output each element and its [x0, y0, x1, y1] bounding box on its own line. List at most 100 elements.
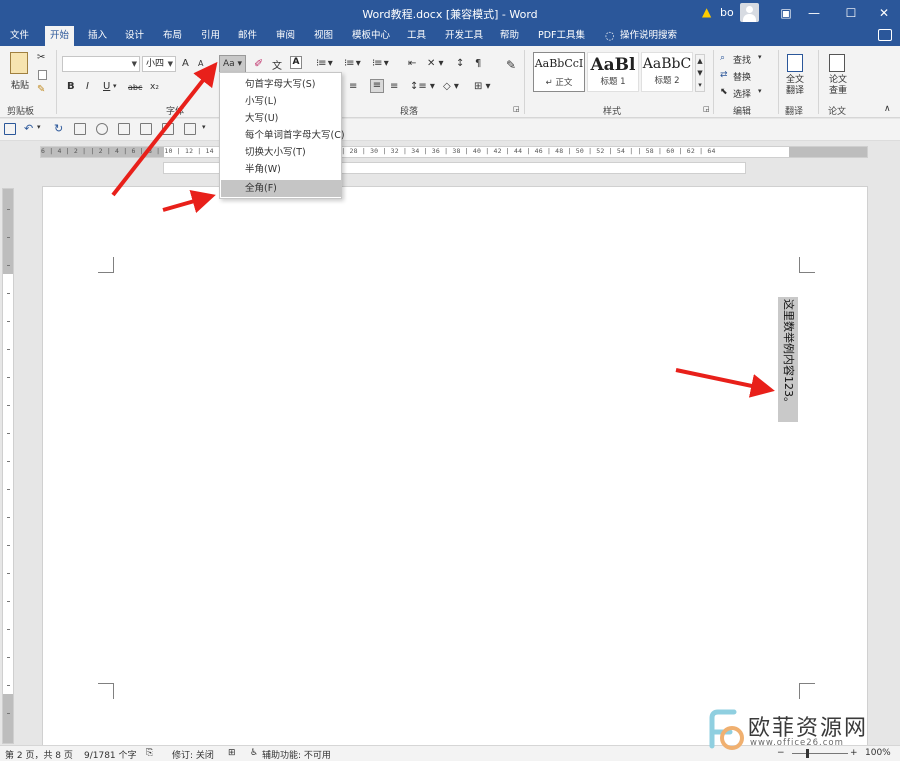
tab-references[interactable]: 引用 [196, 26, 225, 46]
comment-icon[interactable] [878, 29, 892, 41]
font-name-combo[interactable]: ▼ [62, 56, 140, 72]
cut-icon[interactable]: ✂ [37, 52, 45, 63]
tab-pdf-tools[interactable]: PDF工具集 [533, 26, 590, 46]
distributed-icon[interactable]: ≡ [390, 81, 398, 92]
track-changes-status[interactable]: 修订: 关闭 [172, 748, 214, 761]
menu-item-toggle-case[interactable]: 切换大小写(T) [221, 144, 341, 161]
select-dropdown[interactable]: ▾ [758, 87, 762, 95]
sort-icon[interactable]: ↕ [456, 58, 464, 69]
accessibility-status[interactable]: 辅助功能: 不可用 [262, 748, 331, 761]
bold-button[interactable]: B [67, 81, 75, 92]
menu-item-half-width[interactable]: 半角(W) [221, 161, 341, 178]
style-heading-2[interactable]: AaBbC 标题 2 [641, 52, 693, 92]
full-text-translate-button[interactable]: 全文 翻译 [783, 75, 807, 97]
tab-insert[interactable]: 插入 [83, 26, 112, 46]
grow-font-button[interactable]: A [182, 58, 189, 69]
find-button[interactable]: 查找 [733, 53, 751, 66]
copy-icon[interactable] [38, 70, 47, 80]
multilevel-list-icon[interactable]: ⁝≡ ▾ [372, 58, 389, 69]
line-spacing-icon[interactable]: ↕≡ ▾ [410, 81, 435, 92]
document-page[interactable] [42, 186, 868, 746]
align-right-icon[interactable]: ≡ [349, 81, 357, 92]
tab-design[interactable]: 设计 [120, 26, 149, 46]
redo-icon[interactable]: ↻ [54, 122, 63, 135]
tab-file[interactable]: 文件 [5, 26, 34, 46]
style-heading-1[interactable]: AaBl 标题 1 [587, 52, 639, 92]
customize-qat-dropdown[interactable]: ▾ [202, 123, 206, 131]
style-normal[interactable]: AaBbCcI ↵ 正文 [533, 52, 585, 92]
save-icon[interactable] [4, 123, 16, 135]
warning-icon[interactable]: ▲ [702, 5, 716, 19]
translate-icon[interactable] [787, 54, 803, 72]
character-border-icon[interactable]: A [290, 56, 302, 69]
shrink-font-button[interactable]: A [198, 59, 203, 68]
proofing-icon[interactable]: ⎘ [146, 748, 153, 758]
paragraph-dialog-launcher[interactable]: ◲ [513, 105, 520, 113]
minimize-button[interactable]: — [796, 0, 832, 26]
subscript-button[interactable]: x₂ [150, 82, 159, 92]
selected-vertical-text[interactable]: 这里数举例内容123。 [778, 297, 798, 422]
justify-icon[interactable]: ≡ [370, 79, 384, 93]
collapse-ribbon-icon[interactable]: ∧ [884, 104, 891, 114]
menu-item-full-width[interactable]: 全角(F) [221, 180, 341, 197]
chinese-layout-icon[interactable]: ✕ ▾ [427, 58, 444, 69]
styles-gallery-scroll[interactable]: ▲ ▼ ▾ [695, 54, 705, 92]
italic-button[interactable]: I [86, 81, 89, 92]
image-icon[interactable] [140, 123, 152, 135]
word-count[interactable]: 9/1781 个字 [84, 748, 137, 761]
decrease-indent-icon[interactable]: ⇤ [408, 58, 416, 69]
tab-help[interactable]: 帮助 [495, 26, 524, 46]
menu-item-capitalize-each-word[interactable]: 每个单词首字母大写(C) [221, 127, 345, 144]
underline-button[interactable]: U [103, 81, 110, 92]
print-preview-icon[interactable] [118, 123, 130, 135]
menu-item-sentence-case[interactable]: 句首字母大写(S) [221, 76, 341, 93]
menu-item-lowercase[interactable]: 小写(L) [221, 93, 341, 110]
divider [56, 50, 57, 114]
tab-view[interactable]: 视图 [309, 26, 338, 46]
tell-me-search[interactable]: 操作说明搜索 [615, 26, 682, 46]
select-button[interactable]: 选择 [733, 87, 751, 100]
style-pen-icon[interactable]: ✎ [506, 58, 516, 72]
find-dropdown[interactable]: ▾ [758, 53, 762, 61]
tab-tools[interactable]: 工具 [402, 26, 431, 46]
menu-item-uppercase[interactable]: 大写(U) [221, 110, 341, 127]
user-name[interactable]: bo [720, 6, 734, 19]
horizontal-ruler[interactable]: 6 | 4 | 2 | | 2 | 4 | 6 | 8 | 10 | 12 | … [40, 146, 868, 158]
web-icon[interactable] [96, 123, 108, 135]
clear-formatting-icon[interactable]: ✐ [254, 57, 263, 70]
vertical-ruler[interactable] [2, 188, 14, 744]
strikethrough-button[interactable]: abc [128, 83, 142, 92]
shading-icon[interactable]: ◇ ▾ [443, 81, 459, 92]
close-button[interactable]: ✕ [866, 0, 900, 26]
table-icon[interactable] [162, 123, 174, 135]
font-size-combo[interactable]: 小四 ▼ [142, 56, 176, 72]
format-painter-icon[interactable]: ✎ [37, 84, 45, 95]
undo-dropdown[interactable]: ▾ [37, 123, 41, 131]
macro-icon[interactable]: ⊞ [228, 748, 236, 758]
paper-check-button[interactable]: 论文 查重 [826, 75, 850, 97]
change-case-button[interactable]: Aa ▾ [219, 55, 246, 73]
maximize-button[interactable]: ☐ [833, 0, 869, 26]
borders-icon[interactable]: ⊞ ▾ [474, 81, 491, 92]
phonetic-guide-icon[interactable]: 文 [272, 57, 282, 72]
underline-dropdown[interactable]: ▾ [113, 82, 117, 90]
numbering-icon[interactable]: ⁝≡ ▾ [344, 58, 361, 69]
show-marks-icon[interactable]: ¶ [475, 58, 481, 69]
avatar[interactable] [740, 3, 759, 22]
bullets-icon[interactable]: ⁝≡ ▾ [316, 58, 333, 69]
undo-icon[interactable]: ↶ [24, 122, 33, 135]
styles-dialog-launcher[interactable]: ◲ [703, 105, 710, 113]
tab-template-center[interactable]: 模板中心 [347, 26, 395, 46]
draw-icon[interactable] [184, 123, 196, 135]
paste-button[interactable]: 粘贴 [8, 78, 32, 91]
tab-developer[interactable]: 开发工具 [440, 26, 488, 46]
tab-home[interactable]: 开始 [45, 26, 75, 46]
tab-mailings[interactable]: 邮件 [233, 26, 262, 46]
tab-review[interactable]: 审阅 [271, 26, 300, 46]
layout-icon[interactable] [74, 123, 86, 135]
paper-check-icon[interactable] [829, 54, 845, 72]
paste-icon[interactable] [10, 52, 28, 74]
page-count[interactable]: 第 2 页，共 8 页 [5, 748, 73, 761]
replace-button[interactable]: 替换 [733, 70, 751, 83]
tab-layout[interactable]: 布局 [158, 26, 187, 46]
